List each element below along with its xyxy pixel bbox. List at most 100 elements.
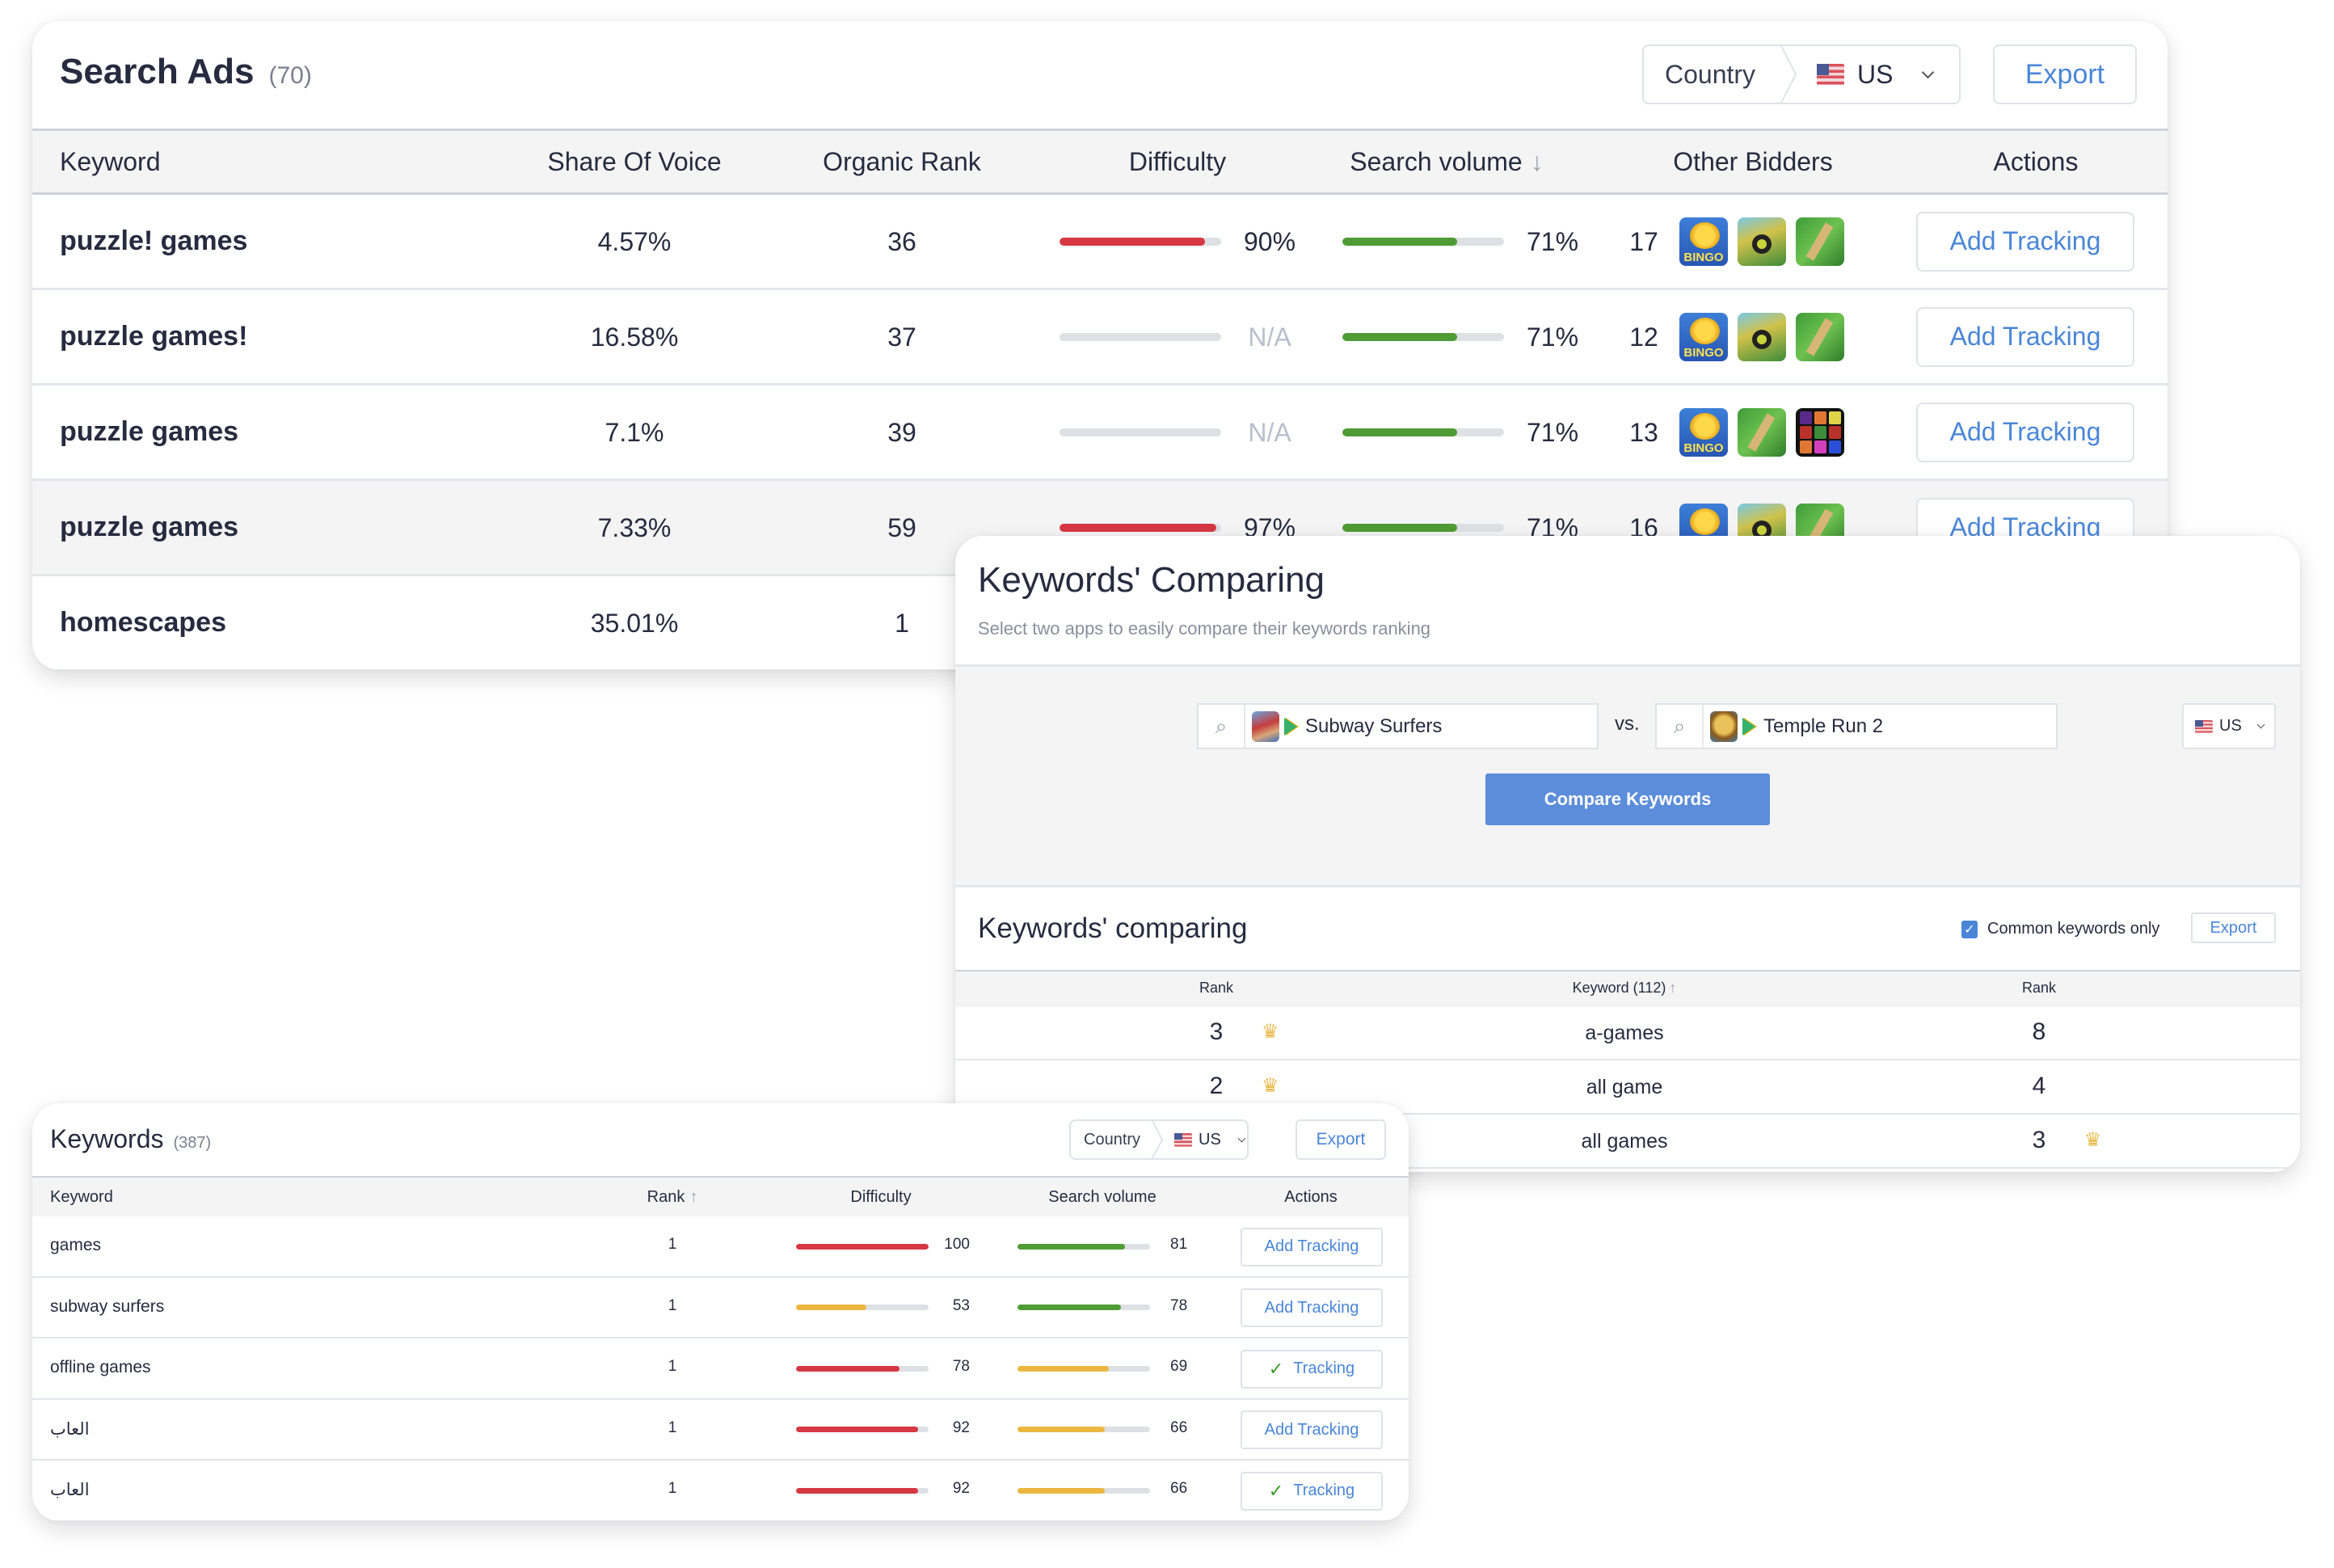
chevron-down-icon	[1922, 65, 1935, 78]
app2-name: Temple Run 2	[1763, 714, 1884, 737]
vs-label: vs.	[1615, 713, 1640, 735]
col-keyword[interactable]: Keyword	[60, 147, 161, 177]
bidders-count: 17	[1629, 226, 1658, 256]
color-grid-app-icon[interactable]	[1796, 407, 1844, 457]
organic-rank-cell: 36	[887, 226, 916, 256]
search-icon: ⌕	[1199, 705, 1245, 748]
col-rank-app1[interactable]: Rank	[1199, 980, 1233, 997]
col-search-volume[interactable]: Search volume ↓	[1350, 147, 1543, 177]
col-keyword[interactable]: Keyword	[50, 1188, 113, 1207]
rank-app1: 2	[1209, 1073, 1224, 1099]
difficulty-value: 90%	[1243, 226, 1296, 256]
arrow-down-icon: ↓	[1530, 147, 1544, 176]
compare-keyword: all game	[1586, 1076, 1663, 1098]
app1-input[interactable]: ⌕ Subway Surfers	[1197, 703, 1599, 749]
turtle-app-icon[interactable]	[1738, 312, 1786, 361]
compare-keywords-button[interactable]: Compare Keywords	[1485, 773, 1770, 825]
keyword-row: games 1 100 81 Add Tracking	[32, 1216, 1409, 1278]
search-volume-bar-fill	[1342, 523, 1457, 532]
search-volume-bar-fill	[1017, 1243, 1125, 1250]
keyword-cell: subway surfers	[50, 1296, 165, 1316]
maze-app-icon[interactable]	[1738, 407, 1786, 457]
keyword-cell: puzzle games	[60, 415, 239, 447]
bingo-app-icon[interactable]: BINGO	[1679, 312, 1728, 361]
checkmark-icon: ✓	[1268, 1480, 1284, 1501]
common-only-label: Common keywords only	[1987, 920, 2160, 938]
google-play-icon	[1742, 717, 1755, 736]
search-volume-value: 81	[1170, 1236, 1188, 1253]
search-ads-title: Search Ads	[60, 52, 255, 91]
col-difficulty[interactable]: Difficulty	[850, 1188, 911, 1207]
search-volume-bar	[1017, 1365, 1150, 1372]
add-tracking-button[interactable]: Add Tracking	[1241, 1288, 1383, 1328]
app-selection-area: ⌕ Subway Surfers vs. ⌕ Temple Run 2 US C…	[955, 664, 2300, 866]
compare-keywords-label: Compare Keywords	[1544, 789, 1712, 809]
tracking-button[interactable]: ✓ Tracking	[1241, 1349, 1383, 1389]
col-search-volume-label: Search volume	[1350, 147, 1523, 176]
col-other-bidders: Other Bidders	[1673, 147, 1833, 176]
export-button[interactable]: Export	[1993, 44, 2137, 104]
compare-subtitle: Select two apps to easily compare their …	[978, 618, 1431, 639]
app2-input[interactable]: ⌕ Temple Run 2	[1655, 703, 2058, 749]
bidders-count: 13	[1629, 417, 1658, 447]
country-value: US	[1857, 59, 1894, 89]
add-tracking-button[interactable]: Add Tracking	[1241, 1227, 1383, 1267]
compare-title: Keywords' Comparing	[978, 560, 1325, 600]
search-volume-bar-fill	[1342, 237, 1457, 246]
maze-app-icon[interactable]	[1796, 217, 1844, 266]
difficulty-bar	[1060, 237, 1221, 246]
keywords-export-button[interactable]: Export	[1295, 1119, 1386, 1160]
difficulty-value: 53	[952, 1296, 970, 1314]
search-volume-value: 66	[1170, 1480, 1188, 1497]
bingo-app-icon[interactable]: BINGO	[1679, 407, 1728, 457]
share-of-voice-cell: 7.1%	[605, 417, 664, 447]
bingo-app-icon[interactable]: BINGO	[1679, 217, 1728, 266]
search-volume-bar-fill	[1017, 1487, 1106, 1494]
col-rank-label: Rank	[647, 1188, 685, 1206]
turtle-app-icon[interactable]	[1738, 217, 1786, 266]
compare-export-button[interactable]: Export	[2191, 913, 2276, 943]
col-organic-rank[interactable]: Organic Rank	[823, 147, 981, 177]
checkbox-checked-icon: ✓	[1961, 920, 1978, 938]
add-tracking-button[interactable]: Add Tracking	[1916, 211, 2134, 272]
tracking-label: Add Tracking	[1264, 1237, 1359, 1256]
search-volume-bar	[1342, 237, 1504, 246]
maze-app-icon[interactable]	[1796, 312, 1844, 361]
add-tracking-button[interactable]: Add Tracking	[1916, 306, 2134, 367]
crown-icon: ♛	[1262, 1021, 1279, 1043]
search-volume-value: 78	[1170, 1296, 1188, 1314]
keyword-row: العاب 1 92 66 Add Tracking	[32, 1399, 1409, 1461]
difficulty-bar-fill	[1060, 237, 1205, 246]
keyword-cell: offline games	[50, 1358, 151, 1376]
common-only-checkbox[interactable]: ✓ Common keywords only	[1961, 920, 2159, 938]
add-tracking-button[interactable]: Add Tracking	[1241, 1410, 1383, 1450]
difficulty-bar	[796, 1427, 929, 1433]
us-flag-icon	[1817, 64, 1844, 85]
col-search-volume[interactable]: Search volume	[1048, 1188, 1156, 1207]
col-actions: Actions	[1993, 147, 2079, 176]
keyword-cell: puzzle games	[60, 511, 239, 542]
col-share-of-voice[interactable]: Share Of Voice	[547, 147, 721, 177]
difficulty-value: 92	[952, 1480, 970, 1497]
keywords-count: (387)	[173, 1134, 212, 1152]
app1-name: Subway Surfers	[1305, 714, 1443, 737]
add-tracking-button[interactable]: Add Tracking	[1916, 402, 2134, 462]
difficulty-bar-fill	[796, 1487, 918, 1494]
difficulty-value: N/A	[1248, 322, 1291, 352]
col-rank[interactable]: Rank ↑	[647, 1188, 698, 1207]
tracking-label: Tracking	[1293, 1482, 1355, 1500]
checkmark-icon: ✓	[1268, 1358, 1284, 1379]
col-rank-app2[interactable]: Rank	[2022, 980, 2056, 997]
keywords-country-selector[interactable]: Country US	[1069, 1119, 1249, 1160]
keyword-cell: homescapes	[60, 606, 226, 638]
col-difficulty[interactable]: Difficulty	[1129, 147, 1226, 177]
add-tracking-label: Add Tracking	[1949, 322, 2101, 351]
search-volume-bar	[1017, 1487, 1150, 1494]
tracking-label: Add Tracking	[1264, 1420, 1359, 1439]
compare-country-select[interactable]: US	[2182, 703, 2276, 749]
tracking-label: Tracking	[1293, 1359, 1355, 1378]
country-selector[interactable]: Country US	[1642, 44, 1961, 104]
separator	[1780, 46, 1797, 103]
tracking-button[interactable]: ✓ Tracking	[1241, 1471, 1383, 1511]
col-keyword-count[interactable]: Keyword (112) ↑	[1573, 980, 1677, 997]
